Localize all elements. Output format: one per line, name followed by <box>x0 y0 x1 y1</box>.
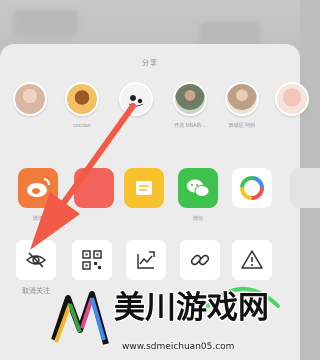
sheet-title: 分享 <box>142 60 158 67</box>
app-wechat[interactable]: 微信 <box>178 168 218 228</box>
app-label <box>232 215 272 223</box>
contacts-row: cocolan 开店 MBA的... 西城区 阿娇 <box>6 82 309 162</box>
contact-name: cocolan <box>73 123 91 129</box>
red-app-icon <box>74 168 114 208</box>
app-partial[interactable] <box>290 168 320 228</box>
qr-code-icon <box>72 240 112 280</box>
contact-item[interactable]: 开店 MBA的... <box>166 82 214 152</box>
contact-name: 西城区 阿娇 <box>228 123 256 129</box>
func-label <box>72 287 112 297</box>
unfollow-button[interactable]: 取消关注 <box>16 240 56 302</box>
app-label: 微信 <box>192 216 203 222</box>
func-label <box>232 287 272 297</box>
contact-name <box>268 122 316 130</box>
share-chart-icon <box>126 240 166 280</box>
func-label: 取消关注 <box>22 288 50 295</box>
app-weibo[interactable]: 微博 <box>18 168 58 228</box>
share-chart-button[interactable] <box>126 240 166 302</box>
copy-link-button[interactable] <box>180 240 220 302</box>
app-red[interactable] <box>74 168 114 228</box>
avatar <box>119 82 153 116</box>
contact-item[interactable] <box>6 82 54 152</box>
app-label: 微博 <box>32 216 43 222</box>
contact-name <box>112 122 160 130</box>
colorful-app-icon <box>232 168 272 208</box>
app-label <box>74 215 114 223</box>
weibo-icon <box>18 168 58 208</box>
contact-item[interactable] <box>112 82 160 152</box>
share-sheet: 分享 cocolan 开店 MBA的... 西城区 阿娇 微博 微信 取消关注 <box>0 44 320 360</box>
contact-item[interactable]: 西城区 阿娇 <box>218 82 266 152</box>
avatar-graphic <box>128 95 144 107</box>
warning-icon <box>232 240 272 280</box>
qr-code-button[interactable] <box>72 240 112 302</box>
partial-app-icon <box>290 168 320 208</box>
contact-item[interactable] <box>268 82 316 152</box>
avatar <box>65 82 99 116</box>
note-icon <box>124 168 164 208</box>
contact-item[interactable]: cocolan <box>58 82 106 152</box>
report-button[interactable] <box>232 240 272 302</box>
apps-row: 微博 微信 <box>0 168 320 238</box>
avatar <box>225 82 259 116</box>
app-label <box>290 215 320 223</box>
wechat-icon <box>178 168 218 208</box>
avatar <box>173 82 207 116</box>
eye-slash-icon <box>16 240 56 280</box>
app-colorful[interactable] <box>232 168 272 228</box>
func-label <box>180 287 220 297</box>
link-icon <box>180 240 220 280</box>
func-label <box>126 287 166 297</box>
app-note[interactable] <box>124 168 164 228</box>
avatar <box>13 82 47 116</box>
contact-name: 开店 MBA的... <box>174 123 206 129</box>
app-label <box>124 215 164 223</box>
blurred-element <box>14 10 78 36</box>
functions-row: 取消关注 <box>0 240 300 310</box>
contact-name <box>6 122 54 130</box>
avatar <box>275 82 309 116</box>
